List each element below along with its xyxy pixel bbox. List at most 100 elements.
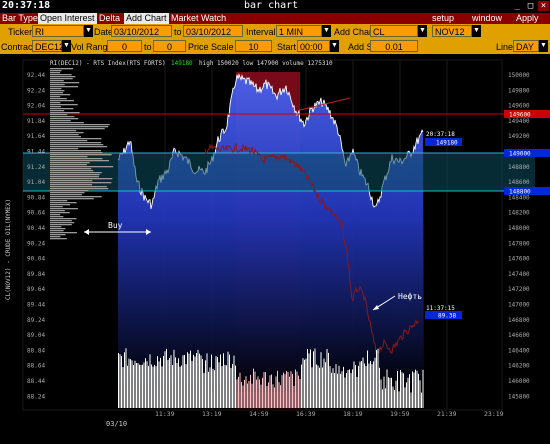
profile-bar: [50, 108, 74, 110]
volume-bar: [253, 368, 254, 408]
ticker-dropdown-icon[interactable]: ▼: [84, 25, 93, 37]
volume-bar: [130, 359, 131, 408]
window-titlebar: 20:37:18 bar chart _ □ ×: [0, 0, 550, 14]
interval-dropdown-icon[interactable]: ▼: [322, 25, 331, 37]
volume-bar: [380, 379, 382, 408]
menu-setup[interactable]: setup: [432, 13, 454, 24]
volume-bar: [187, 352, 188, 408]
volume-bar: [190, 350, 191, 408]
volume-bar: [167, 359, 169, 408]
volume-bar: [343, 366, 344, 408]
right-tick-label: 147800: [508, 240, 530, 247]
volume-bar: [220, 354, 221, 408]
contract-dropdown-icon[interactable]: ▼: [62, 40, 71, 52]
volume-bar: [362, 357, 364, 408]
volume-bar: [224, 364, 226, 408]
volume-bar: [232, 363, 233, 408]
profile-bar: [50, 232, 77, 234]
volume-bar: [325, 362, 326, 408]
menu-apply[interactable]: Apply: [516, 13, 539, 24]
right-tick-label: 149400: [508, 118, 530, 125]
profile-bar: [50, 112, 80, 114]
level-tag-low: 148800: [504, 187, 550, 196]
profile-bar: [50, 186, 107, 188]
volume-bar: [226, 365, 227, 408]
volume-bar: [230, 367, 232, 408]
volume-bar: [235, 365, 236, 408]
volume-bar: [302, 358, 304, 408]
add-chart-dropdown-icon[interactable]: ▼: [418, 25, 427, 37]
profile-bar: [50, 96, 61, 98]
volume-bar: [304, 359, 305, 408]
profile-bar: [50, 82, 80, 84]
add-chart-input[interactable]: CL: [370, 25, 418, 37]
profile-bar: [50, 230, 64, 232]
menu-add-chart[interactable]: Add Chart: [124, 13, 169, 24]
chart-area[interactable]: RI(DEC12) - RTS Index(RTS FORTS) 149180 …: [0, 54, 550, 440]
vol-from-input[interactable]: 0: [107, 40, 142, 52]
line-select[interactable]: DAY: [513, 40, 539, 52]
volume-bar: [236, 379, 238, 408]
profile-bar: [50, 98, 67, 100]
volume-bar: [260, 384, 262, 408]
volume-bar: [221, 366, 223, 408]
volume-bar: [358, 365, 359, 408]
left-tick-label: 90.64: [27, 210, 45, 217]
volume-bar: [200, 355, 202, 408]
volume-bar: [227, 351, 229, 408]
minimize-button[interactable]: _: [512, 1, 523, 11]
menu-bar-type[interactable]: Bar Type: [2, 13, 38, 24]
volume-bar: [152, 366, 154, 408]
volume-bar: [134, 360, 136, 408]
contract-select[interactable]: DEC12: [32, 40, 64, 52]
volume-bar: [149, 354, 151, 408]
menu-market-watch[interactable]: Market Watch: [171, 13, 226, 24]
add-scale-input[interactable]: 0.01: [370, 40, 418, 52]
profile-bar: [50, 130, 77, 132]
close-button[interactable]: ×: [538, 1, 549, 11]
level-tag-mid-label: 149000: [509, 151, 531, 158]
date-to-input[interactable]: 03/10/2012: [183, 25, 243, 37]
volume-bar: [403, 373, 404, 408]
profile-bar: [50, 86, 79, 88]
menu-delta[interactable]: Delta: [99, 13, 120, 24]
start-select[interactable]: 00:00: [297, 40, 330, 52]
volume-bar: [371, 364, 373, 408]
profile-bar: [50, 126, 109, 128]
volume-bar: [329, 366, 331, 408]
volume-bar: [193, 354, 194, 408]
interval-select[interactable]: 1 MIN: [276, 25, 322, 37]
start-dropdown-icon[interactable]: ▼: [330, 40, 339, 52]
profile-bar: [50, 70, 62, 72]
maximize-button[interactable]: □: [525, 1, 536, 11]
ticker-input[interactable]: RI: [32, 25, 84, 37]
profile-bar: [50, 72, 61, 74]
volume-bar: [421, 392, 422, 408]
right-tick-label: 147400: [508, 271, 530, 278]
volume-bar: [211, 354, 212, 408]
menu-window[interactable]: window: [472, 13, 502, 24]
volume-bar: [266, 386, 268, 408]
profile-bar: [50, 196, 102, 198]
vol-to-input[interactable]: 0: [153, 40, 186, 52]
volume-bar: [278, 382, 280, 408]
menu-open-interest[interactable]: Open Interest: [38, 13, 97, 24]
profile-bar: [50, 194, 82, 196]
line-dropdown-icon[interactable]: ▼: [539, 40, 548, 52]
left-tick-label: 90.04: [27, 256, 45, 263]
contract2-dropdown-icon[interactable]: ▼: [472, 25, 481, 37]
profile-bar: [50, 134, 79, 136]
contract2-select[interactable]: NOV12: [432, 25, 472, 37]
right-tick-label: 147200: [508, 286, 530, 293]
volume-bar: [410, 392, 412, 408]
profile-bar: [50, 76, 76, 78]
price-scale-input[interactable]: 10: [235, 40, 272, 52]
volume-bar: [340, 373, 341, 408]
profile-bar: [50, 162, 90, 164]
date-from-input[interactable]: 03/10/2012: [111, 25, 172, 37]
left-tick-label: 89.44: [27, 302, 45, 309]
volume-bar: [250, 374, 251, 408]
volume-bar: [133, 365, 134, 408]
left-tick-label: 91.04: [27, 179, 45, 186]
profile-bar: [50, 192, 85, 194]
